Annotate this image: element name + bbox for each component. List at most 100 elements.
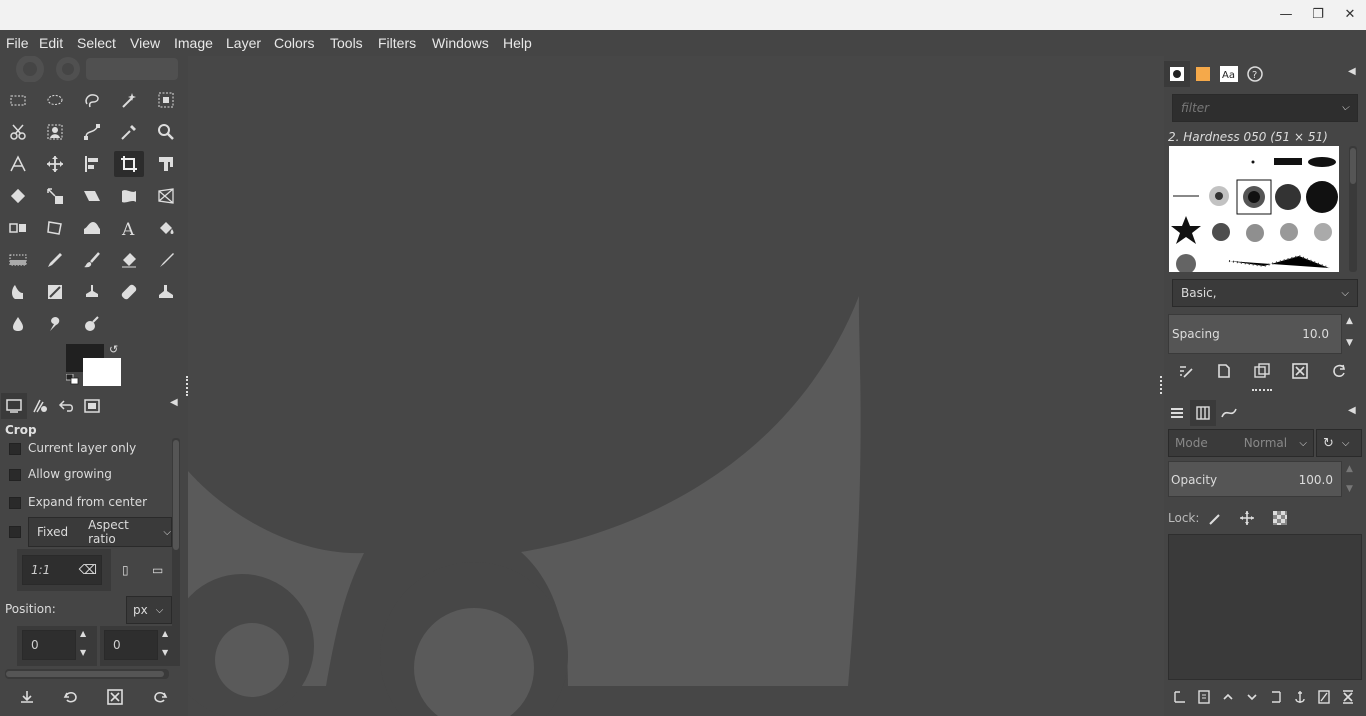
configure-tab-icon[interactable]: ◀ <box>1348 405 1356 416</box>
mask-layer-icon[interactable] <box>1312 686 1336 708</box>
spacing-up-icon[interactable]: ▲ <box>1346 316 1353 326</box>
lock-alpha-icon[interactable] <box>1268 507 1292 529</box>
airbrush-icon[interactable] <box>151 247 181 273</box>
dock-resize-handle[interactable] <box>1160 376 1162 394</box>
position-y-input[interactable]: 0 <box>104 630 158 660</box>
swap-colors-icon[interactable]: ↺ <box>109 343 118 356</box>
default-colors-icon[interactable] <box>66 374 80 386</box>
patterns-tab-icon[interactable] <box>1190 61 1216 87</box>
free-select-icon[interactable] <box>77 87 107 113</box>
clone-icon[interactable] <box>77 279 107 305</box>
menu-tools[interactable]: Tools <box>330 35 363 51</box>
menu-view[interactable]: View <box>130 35 160 51</box>
text-icon[interactable]: A <box>114 215 144 241</box>
menu-layer[interactable]: Layer <box>226 35 261 51</box>
opacity-up-icon[interactable]: ▲ <box>1346 464 1353 474</box>
align-icon[interactable] <box>77 151 107 177</box>
foreground-select-icon[interactable] <box>40 119 70 145</box>
scissors-select-icon[interactable] <box>3 119 33 145</box>
spacing-down-icon[interactable]: ▼ <box>1346 338 1353 348</box>
position-x-input[interactable]: 0 <box>22 630 76 660</box>
shear-icon[interactable] <box>77 183 107 209</box>
color-picker-icon[interactable] <box>114 119 144 145</box>
anchor-layer-icon[interactable] <box>1288 686 1312 708</box>
brush-filter-input[interactable]: filter ⌵ <box>1172 94 1358 122</box>
menu-filters[interactable]: Filters <box>378 35 416 51</box>
allow-growing-checkbox[interactable] <box>9 469 21 481</box>
menu-colors[interactable]: Colors <box>274 35 314 51</box>
ellipse-select-icon[interactable] <box>40 87 70 113</box>
flip-icon[interactable] <box>3 215 33 241</box>
dock-resize-handle[interactable] <box>1252 389 1272 391</box>
menu-edit[interactable]: Edit <box>39 35 63 51</box>
brushes-tab-icon[interactable] <box>1164 61 1190 87</box>
fixed-aspect-dropdown[interactable]: Fixed Aspect ratio ⌵ <box>28 517 172 547</box>
brush-tag-dropdown[interactable]: Basic, ⌵ <box>1172 279 1358 307</box>
help-tab-icon[interactable]: ? <box>1242 61 1268 87</box>
paths-icon[interactable] <box>77 119 107 145</box>
x-down-icon[interactable]: ▼ <box>80 648 86 657</box>
menu-windows[interactable]: Windows <box>432 35 489 51</box>
current-layer-only-checkbox[interactable] <box>9 443 21 455</box>
spacing-slider[interactable]: Spacing 10.0 <box>1168 314 1342 354</box>
close-icon[interactable]: ✕ <box>1340 6 1360 24</box>
paintbrush-icon[interactable] <box>77 247 107 273</box>
save-options-icon[interactable] <box>15 686 39 708</box>
pencil-icon[interactable] <box>40 247 70 273</box>
zoom-icon[interactable] <box>151 119 181 145</box>
fonts-tab-icon[interactable]: Aa <box>1216 61 1242 87</box>
images-tab-icon[interactable] <box>79 393 105 419</box>
brush-grid-scrollbar[interactable] <box>1349 146 1357 272</box>
device-status-tab-icon[interactable] <box>27 393 53 419</box>
configure-tab-icon[interactable]: ◀ <box>170 397 178 408</box>
configure-tab-icon[interactable]: ◀ <box>1348 66 1356 77</box>
tool-options-tab-icon[interactable] <box>1 393 27 419</box>
fixed-checkbox[interactable] <box>9 526 21 538</box>
channels-tab-icon[interactable] <box>1190 400 1216 426</box>
y-up-icon[interactable]: ▲ <box>162 629 168 638</box>
mypaint-brush-icon[interactable] <box>40 279 70 305</box>
layer-mode-dropdown[interactable]: Mode Normal ⌵ <box>1168 429 1314 457</box>
brush-grid[interactable] <box>1169 146 1339 272</box>
refresh-brushes-icon[interactable] <box>1327 360 1351 382</box>
tool-options-scrollbar[interactable] <box>172 438 180 666</box>
raise-layer-icon[interactable] <box>1216 686 1240 708</box>
layers-list[interactable] <box>1168 534 1362 680</box>
lock-pixels-icon[interactable] <box>1203 507 1227 529</box>
x-up-icon[interactable]: ▲ <box>80 629 86 638</box>
new-layer-icon[interactable] <box>1192 686 1216 708</box>
move-icon[interactable] <box>40 151 70 177</box>
minimize-icon[interactable]: — <box>1276 6 1296 24</box>
dock-resize-handle[interactable] <box>186 376 188 396</box>
duplicate-brush-icon[interactable] <box>1250 360 1274 382</box>
menu-image[interactable]: Image <box>174 35 213 51</box>
tool-options-hscrollbar[interactable] <box>5 669 169 679</box>
maximize-icon[interactable]: ❐ <box>1308 6 1328 24</box>
background-color-swatch[interactable] <box>83 358 121 386</box>
rotate-icon[interactable] <box>3 183 33 209</box>
landscape-icon[interactable]: ▭ <box>152 563 163 577</box>
bucket-fill-icon[interactable] <box>151 215 181 241</box>
crop-icon[interactable] <box>114 151 144 177</box>
duplicate-layer-icon[interactable] <box>1264 686 1288 708</box>
layers-tab-icon[interactable] <box>1164 400 1190 426</box>
opacity-down-icon[interactable]: ▼ <box>1346 484 1353 494</box>
reset-options-icon[interactable] <box>148 686 172 708</box>
scale-icon[interactable] <box>40 183 70 209</box>
warp-transform-icon[interactable] <box>114 183 144 209</box>
select-by-color-icon[interactable] <box>151 87 181 113</box>
perspective-icon[interactable] <box>151 183 181 209</box>
menu-help[interactable]: Help <box>503 35 532 51</box>
ink-icon[interactable] <box>3 279 33 305</box>
aspect-ratio-input[interactable]: 1:1 ⌫ <box>22 555 102 585</box>
lower-layer-icon[interactable] <box>1240 686 1264 708</box>
clear-icon[interactable]: ⌫ <box>79 563 97 578</box>
new-brush-icon[interactable] <box>1212 360 1236 382</box>
menu-select[interactable]: Select <box>77 35 116 51</box>
fuzzy-select-icon[interactable] <box>114 87 144 113</box>
eraser-icon[interactable] <box>114 247 144 273</box>
image-canvas[interactable] <box>188 56 1164 716</box>
lock-position-icon[interactable] <box>1235 507 1259 529</box>
y-down-icon[interactable]: ▼ <box>162 648 168 657</box>
delete-brush-icon[interactable] <box>1288 360 1312 382</box>
